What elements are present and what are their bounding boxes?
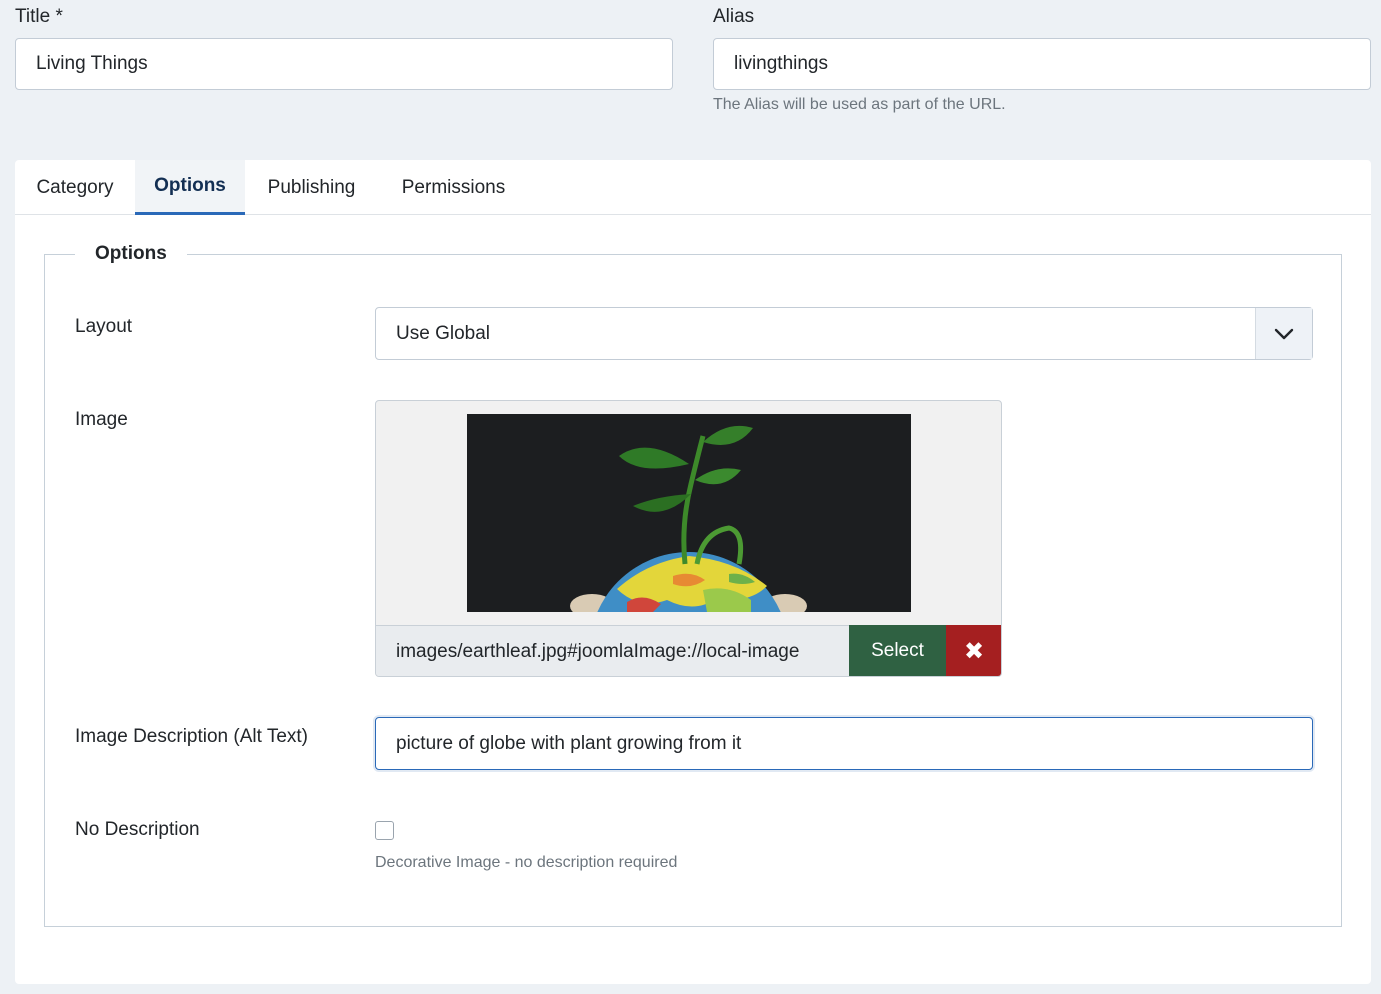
image-clear-button[interactable]: ✖ xyxy=(946,625,1001,676)
no-description-checkbox[interactable] xyxy=(375,821,394,840)
tab-permissions[interactable]: Permissions xyxy=(378,160,529,215)
tab-publishing[interactable]: Publishing xyxy=(245,160,378,215)
no-description-label: No Description xyxy=(75,819,200,840)
layout-select[interactable]: Use Global xyxy=(375,307,1313,360)
title-label: Title * xyxy=(15,6,63,27)
tab-options[interactable]: Options xyxy=(135,160,245,215)
no-description-hint: Decorative Image - no description requir… xyxy=(375,854,678,871)
close-icon: ✖ xyxy=(963,637,985,665)
options-fieldset: Options Layout Use Global Image images/e… xyxy=(44,243,1342,927)
image-path-input[interactable]: images/earthleaf.jpg#joomlaImage://local… xyxy=(376,625,849,676)
image-select-button[interactable]: Select xyxy=(849,625,946,676)
chevron-down-icon[interactable] xyxy=(1255,308,1312,359)
alias-input[interactable]: livingthings xyxy=(713,38,1371,90)
alias-hint: The Alias will be used as part of the UR… xyxy=(713,96,1006,113)
image-media-field: images/earthleaf.jpg#joomlaImage://local… xyxy=(375,400,1002,677)
image-label: Image xyxy=(75,409,128,430)
alias-label: Alias xyxy=(713,6,755,27)
alt-text-input[interactable]: picture of globe with plant growing from… xyxy=(375,717,1313,770)
tab-category[interactable]: Category xyxy=(15,160,135,215)
tab-bar: Category Options Publishing Permissions xyxy=(15,160,1371,215)
edit-card: Category Options Publishing Permissions … xyxy=(15,160,1371,984)
options-legend: Options xyxy=(75,243,187,265)
layout-label: Layout xyxy=(75,316,133,337)
title-input[interactable]: Living Things xyxy=(15,38,673,90)
layout-select-value: Use Global xyxy=(396,322,490,344)
alt-text-label: Image Description (Alt Text) xyxy=(75,726,309,747)
image-preview xyxy=(467,414,911,612)
